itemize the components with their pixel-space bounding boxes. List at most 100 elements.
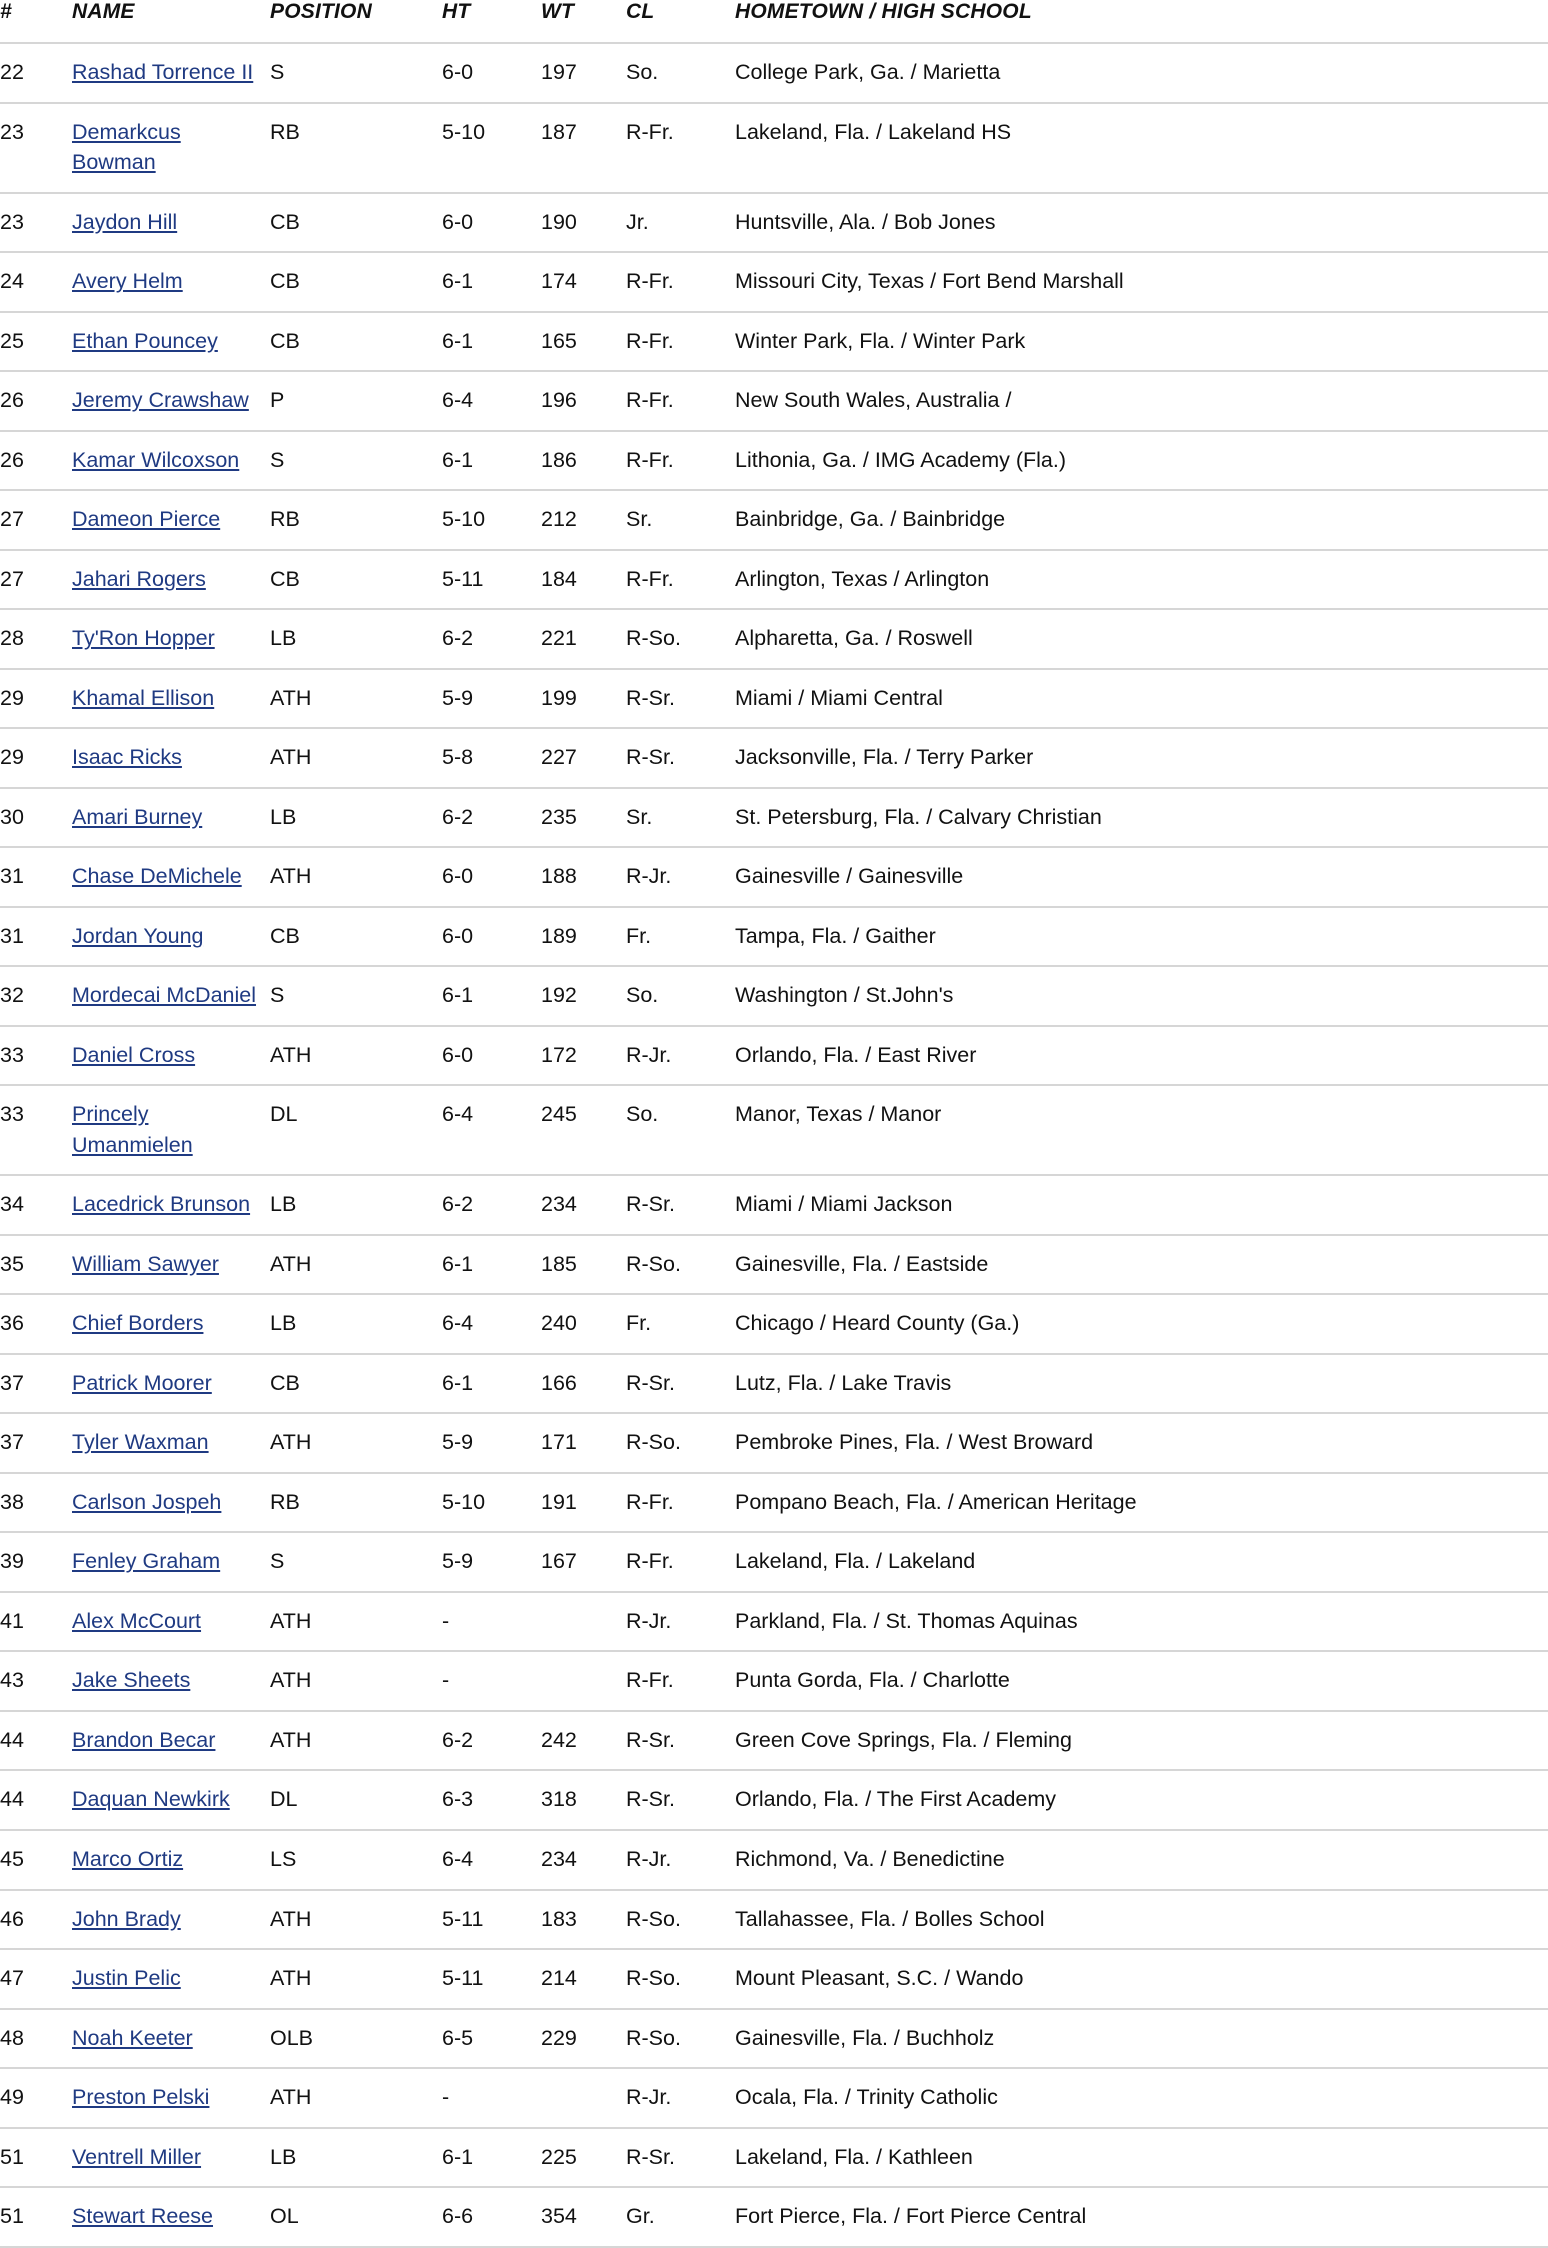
player-position: S <box>270 1549 285 1574</box>
player-name-link[interactable]: John Brady <box>72 1907 181 1931</box>
player-number: 45 <box>0 1846 24 1871</box>
player-number: 32 <box>0 983 24 1008</box>
player-name-link[interactable]: Daniel Cross <box>72 1043 195 1067</box>
player-weight: 166 <box>541 1370 577 1395</box>
player-name-link[interactable]: Daquan Newkirk <box>72 1787 230 1811</box>
player-name-link[interactable]: Patrick Moorer <box>72 1371 212 1395</box>
player-position: DL <box>270 1102 298 1127</box>
player-number: 44 <box>0 1787 24 1812</box>
player-name-link[interactable]: Alex McCourt <box>72 1609 201 1633</box>
player-number: 26 <box>0 388 24 413</box>
player-hometown: Lakeland, Fla. / Lakeland HS <box>735 119 1012 144</box>
player-weight: 172 <box>541 1042 577 1067</box>
player-height: 6-0 <box>442 60 474 84</box>
player-height: 6-2 <box>442 1727 474 1752</box>
player-position: LB <box>270 626 297 651</box>
player-name-link[interactable]: Chief Borders <box>72 1311 203 1335</box>
player-name-cell: Jordan Young <box>72 907 270 967</box>
table-row: 24 Avery Helm CB 6-1 174 R-Fr. Missouri City, … <box>0 252 1548 312</box>
player-number: 25 <box>0 328 24 353</box>
player-number: 27 <box>0 507 24 532</box>
player-position: ATH <box>270 1251 312 1276</box>
column-header-name: NAME <box>72 0 135 23</box>
player-name-link[interactable]: Ethan Pouncey <box>72 329 218 353</box>
player-class: R-So. <box>626 1430 681 1455</box>
table-row: 44 Brandon Becar ATH 6-2 242 R-Sr. Green Cove … <box>0 1710 1548 1771</box>
player-name-link[interactable]: Tyler Waxman <box>72 1430 209 1454</box>
player-hometown: Miami / Miami Jackson <box>735 1192 953 1217</box>
player-weight <box>541 1651 626 1711</box>
table-row: 31 Chase DeMichele ATH 6-0 188 R-Jr. Gainesvil… <box>0 847 1548 907</box>
player-name-link[interactable]: Princely Umanmielen <box>72 1102 193 1157</box>
player-class: R-Sr. <box>626 745 675 770</box>
player-name-cell: Jahari Rogers <box>72 550 270 610</box>
player-name-link[interactable]: Kamar Wilcoxson <box>72 448 239 472</box>
player-height: 5-9 <box>442 1549 474 1574</box>
player-hometown: Punta Gorda, Fla. / Charlotte <box>735 1668 1010 1693</box>
player-height: 6-1 <box>442 983 474 1008</box>
player-weight: 234 <box>541 1846 577 1871</box>
column-header-class: CL <box>626 0 655 23</box>
player-name-link[interactable]: Lacedrick Brunson <box>72 1192 250 1216</box>
player-hometown: Tampa, Fla. / Gaither <box>735 923 936 948</box>
player-name-link[interactable]: Chase DeMichele <box>72 864 242 888</box>
roster-table: # NAME POSITION HT WT CL HOMETOWN / HIGH… <box>0 0 1548 2248</box>
player-name-link[interactable]: Rashad Torrence II <box>72 60 253 84</box>
player-height: 5-11 <box>442 1906 484 1931</box>
player-hometown: Pompano Beach, Fla. / American Heritage <box>735 1489 1137 1514</box>
player-name-link[interactable]: Khamal Ellison <box>72 686 214 710</box>
player-weight: 186 <box>541 447 577 472</box>
player-class: R-Jr. <box>626 1042 672 1067</box>
player-number: 36 <box>0 1311 24 1336</box>
player-name-cell: Ty'Ron Hopper <box>72 609 270 669</box>
player-name-link[interactable]: Jake Sheets <box>72 1668 190 1692</box>
player-height: 6-3 <box>442 1787 474 1812</box>
player-number: 23 <box>0 119 24 144</box>
player-weight: 234 <box>541 1192 577 1217</box>
player-name-link[interactable]: Preston Pelski <box>72 2085 209 2109</box>
player-name-link[interactable]: Jordan Young <box>72 924 204 948</box>
player-name-link[interactable]: Jeremy Crawshaw <box>72 388 249 412</box>
player-name-link[interactable]: Dameon Pierce <box>72 507 220 531</box>
player-name-link[interactable]: Mordecai McDaniel <box>72 983 256 1007</box>
player-name-cell: Marco Ortiz <box>72 1830 270 1890</box>
player-name-link[interactable]: Justin Pelic <box>72 1966 181 1990</box>
player-weight: 227 <box>541 745 577 770</box>
player-hometown: Green Cove Springs, Fla. / Fleming <box>735 1727 1072 1752</box>
player-name-link[interactable]: Brandon Becar <box>72 1728 215 1752</box>
player-name-cell: Isaac Ricks <box>72 728 270 788</box>
player-position: ATH <box>270 864 312 889</box>
player-name-link[interactable]: Amari Burney <box>72 805 202 829</box>
player-hometown: College Park, Ga. / Marietta <box>735 60 1001 84</box>
player-number: 37 <box>0 1370 24 1395</box>
player-height: 5-10 <box>442 1489 486 1514</box>
player-weight: 318 <box>541 1787 577 1812</box>
player-name-link[interactable]: Jahari Rogers <box>72 567 206 591</box>
player-name-link[interactable]: Noah Keeter <box>72 2026 193 2050</box>
player-class: R-Jr. <box>626 1608 672 1633</box>
player-name-link[interactable]: Jaydon Hill <box>72 210 177 234</box>
table-row: 51 Stewart Reese OL 6-6 354 Gr. Fort Pierce, F… <box>0 2187 1548 2247</box>
player-weight: 183 <box>541 1906 577 1931</box>
player-name-link[interactable]: Marco Ortiz <box>72 1847 183 1871</box>
player-name-link[interactable]: Demarkcus Bowman <box>72 120 181 175</box>
player-name-link[interactable]: Isaac Ricks <box>72 745 182 769</box>
table-row: 23 Demarkcus Bowman RB 5-10 187 R-Fr. Lakeland… <box>0 102 1548 193</box>
player-height: - <box>442 2085 450 2110</box>
player-name-link[interactable]: Fenley Graham <box>72 1549 220 1573</box>
player-position: CB <box>270 1370 300 1395</box>
column-header-height: HT <box>442 0 471 23</box>
player-height: 5-9 <box>442 685 474 710</box>
player-name-link[interactable]: Stewart Reese <box>72 2204 213 2228</box>
player-name-link[interactable]: Ventrell Miller <box>72 2145 201 2169</box>
player-class: R-Fr. <box>626 1668 674 1693</box>
player-name-link[interactable]: William Sawyer <box>72 1252 219 1276</box>
player-position: ATH <box>270 1430 312 1455</box>
player-name-link[interactable]: Avery Helm <box>72 269 183 293</box>
table-row: 29 Isaac Ricks ATH 5-8 227 R-Sr. Jacksonville,… <box>0 728 1548 788</box>
player-name-link[interactable]: Ty'Ron Hopper <box>72 626 215 650</box>
player-name-cell: Brandon Becar <box>72 1711 270 1771</box>
player-height: 6-4 <box>442 1846 474 1871</box>
player-height: 5-11 <box>442 566 484 591</box>
player-name-link[interactable]: Carlson Jospeh <box>72 1490 221 1514</box>
